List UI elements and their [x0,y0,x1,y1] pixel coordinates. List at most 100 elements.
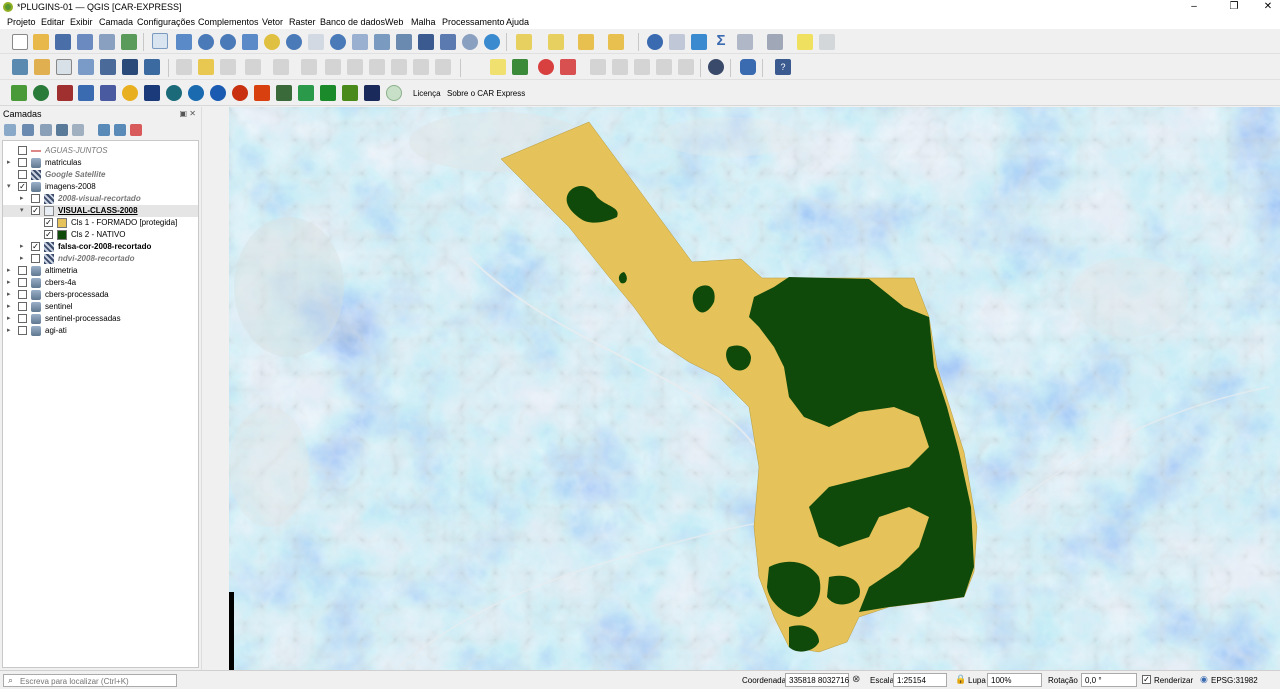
open-project-icon[interactable] [33,34,49,50]
layer-row[interactable]: Google Satellite [3,169,198,181]
plugin-globe-icon[interactable] [708,59,724,75]
plugin-globe-2-icon[interactable] [166,85,182,101]
print-layout-icon[interactable] [99,34,115,50]
plugin-sat-icon[interactable] [144,85,160,101]
current-edits-icon[interactable] [176,59,192,75]
refresh-icon[interactable] [484,34,500,50]
render-checkbox[interactable]: ✓ [1142,675,1151,684]
menu-complementos[interactable]: Complementos [198,17,259,27]
layer-row[interactable]: ✓ Cls 1 - FORMADO [protegida] [3,217,198,229]
new-map-view-icon[interactable] [374,34,390,50]
layer-visibility-checkbox[interactable] [31,194,40,203]
deselect-all-icon[interactable] [578,34,594,50]
add-mesh-layer-icon[interactable] [100,59,116,75]
expand-arrow-icon[interactable]: ▸ [7,290,11,298]
remove-layer-icon[interactable] [130,124,142,136]
map-tips-icon[interactable] [797,34,813,50]
select-features-icon[interactable] [516,34,532,50]
scale-field[interactable]: 1:25154 [893,673,947,687]
select-by-location-icon[interactable] [608,34,624,50]
layer-row[interactable]: ▸ sentinel [3,301,198,313]
new-3d-view-icon[interactable] [396,34,412,50]
menu-raster[interactable]: Raster [289,17,316,27]
expand-arrow-icon[interactable]: ▸ [7,326,11,334]
close-button[interactable]: ✕ [1256,0,1280,15]
style-manager-icon[interactable] [121,34,137,50]
add-raster-layer-icon[interactable] [78,59,94,75]
licence-link[interactable]: Licença [413,89,441,98]
minimize-button[interactable]: – [1182,0,1206,15]
layer-row[interactable]: ✓ Cls 2 - NATIVO [3,229,198,241]
attribute-table-icon[interactable] [669,34,685,50]
new-bookmark-icon[interactable] [418,34,434,50]
label-show-hide-icon[interactable] [560,59,576,75]
layer-visibility-checkbox[interactable]: ✓ [44,218,53,227]
show-bookmarks-icon[interactable] [440,34,456,50]
menu-ajuda[interactable]: Ajuda [506,17,529,27]
zoom-out-icon[interactable] [220,34,236,50]
collapse-arrow-icon[interactable]: ▾ [7,182,11,190]
car-express-icon[interactable] [11,85,27,101]
menu-projeto[interactable]: Projeto [7,17,36,27]
map-canvas[interactable] [229,107,1280,670]
layer-row[interactable]: ▸ sentinel-processadas [3,313,198,325]
toggle-editing-icon[interactable] [198,59,214,75]
label-move-icon[interactable] [590,59,606,75]
magnifier-field[interactable]: 100% [987,673,1042,687]
new-geopackage-icon[interactable] [34,59,50,75]
menu-web[interactable]: Web [385,17,403,27]
locator-bar[interactable]: ⌕ [3,674,177,687]
save-edits-icon[interactable] [220,59,236,75]
maximize-button[interactable]: ❐ [1222,0,1246,15]
open-field-calculator-icon[interactable] [737,34,753,50]
menu-malha[interactable]: Malha [411,17,436,27]
expand-arrow-icon[interactable]: ▸ [7,278,11,286]
layer-row[interactable]: ▸ cbers-4a [3,277,198,289]
pan-map-icon[interactable] [152,33,168,49]
layer-row[interactable]: ▾ ✓ VISUAL-CLASS-2008 [3,205,198,217]
layer-visibility-checkbox[interactable] [18,146,27,155]
label-pin-icon[interactable] [512,59,528,75]
add-wms-layer-icon[interactable] [122,59,138,75]
plugin-tree-2-icon[interactable] [320,85,336,101]
new-project-icon[interactable] [12,34,28,50]
vertex-tool-icon[interactable] [273,59,289,75]
zoom-in-icon[interactable] [198,34,214,50]
style-panel-icon[interactable] [4,124,16,136]
plugin-fence-icon[interactable] [342,85,358,101]
layer-visibility-checkbox[interactable]: ✓ [31,242,40,251]
add-virtual-layer-icon[interactable] [144,59,160,75]
layer-row[interactable]: ▾ ✓ imagens-2008 [3,181,198,193]
processing-toolbox-icon[interactable] [691,34,707,50]
scale-lock-icon[interactable]: 🔒 [955,674,966,685]
crs-button[interactable]: EPSG:31982 [1211,676,1258,685]
layer-visibility-checkbox[interactable] [18,314,27,323]
zoom-layer-icon[interactable] [286,34,302,50]
save-as-icon[interactable] [77,34,93,50]
label-rotate-icon[interactable] [612,59,628,75]
label-tool-icon[interactable] [490,59,506,75]
layer-row[interactable]: ▸ matriculas [3,157,198,169]
coordinate-field[interactable]: 335818 8032716 [785,673,849,687]
layer-visibility-checkbox[interactable] [18,326,27,335]
plugin-film-icon[interactable] [364,85,380,101]
plugin-search-icon[interactable] [188,85,204,101]
about-car-express-link[interactable]: Sobre o CAR Express [447,89,525,98]
rotation-field[interactable]: 0,0 ° [1081,673,1137,687]
layer-row[interactable]: ▸ cbers-processada [3,289,198,301]
plugin-fire-icon[interactable] [232,85,248,101]
plugin-puzzle-icon[interactable] [100,85,116,101]
layer-visibility-checkbox[interactable]: ✓ [31,206,40,215]
layer-row[interactable]: ▸ altimetria [3,265,198,277]
help-icon[interactable]: ? [775,59,791,75]
pan-to-selection-icon[interactable] [176,34,192,50]
plugin-gear-icon[interactable] [78,85,94,101]
annotation-icon[interactable] [819,34,835,50]
paste-features-icon[interactable] [391,59,407,75]
layer-row[interactable]: AGUAS-JUNTOS [3,145,198,157]
layer-visibility-checkbox[interactable] [18,302,27,311]
menu-camada[interactable]: Camada [99,17,133,27]
menu-configuracoes[interactable]: Configurações [137,17,195,27]
layer-visibility-checkbox[interactable] [18,290,27,299]
select-by-value-icon[interactable] [548,34,564,50]
